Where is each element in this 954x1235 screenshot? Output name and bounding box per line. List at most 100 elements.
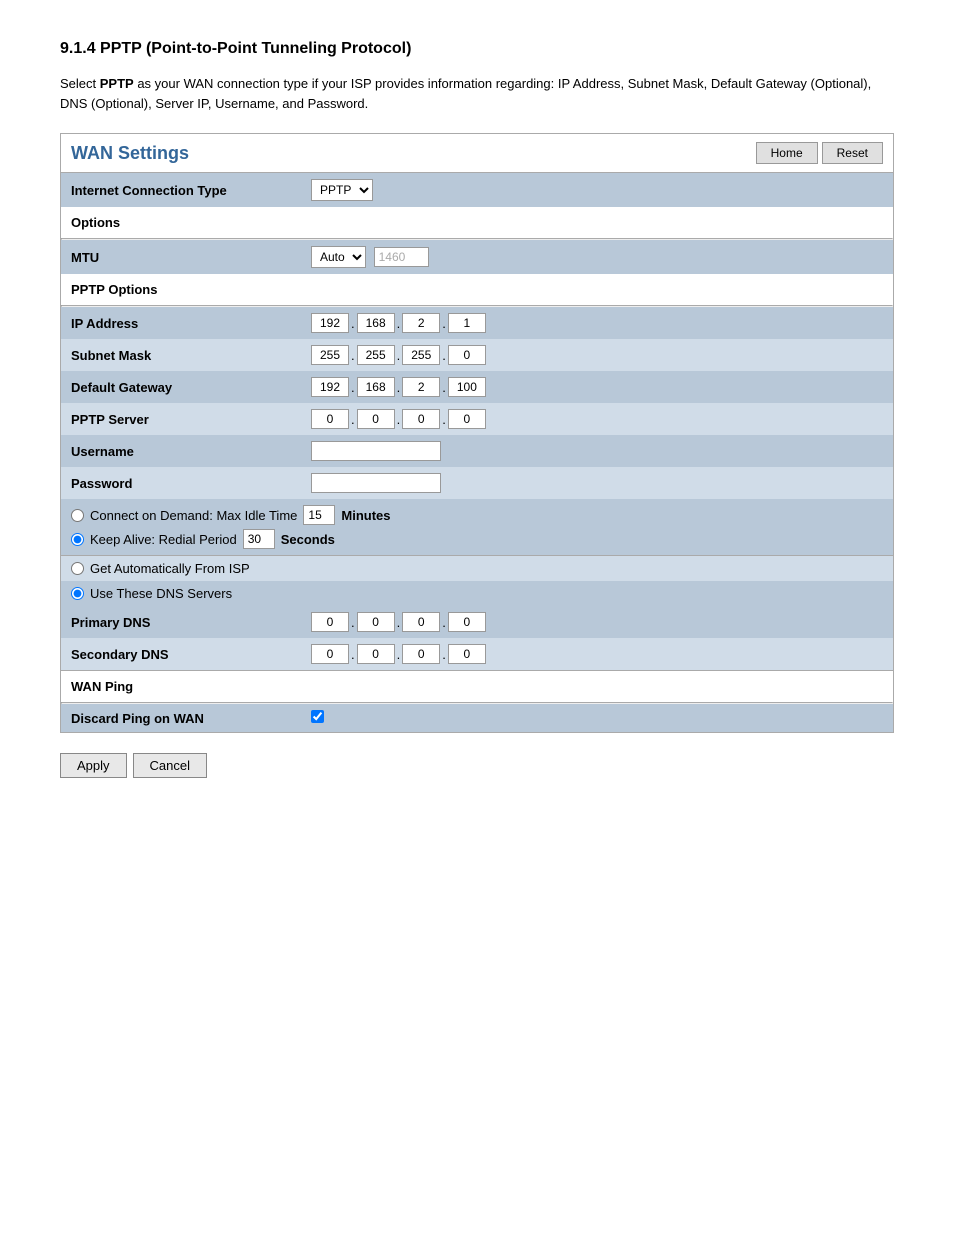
gw-d[interactable] xyxy=(448,377,486,397)
connection-type-label: Internet Connection Type xyxy=(61,173,301,207)
password-input-cell xyxy=(301,467,893,499)
subnet-a[interactable] xyxy=(311,345,349,365)
pdns-c[interactable] xyxy=(402,612,440,632)
pptp-options-header: PPTP Options xyxy=(61,274,893,305)
reset-button[interactable]: Reset xyxy=(822,142,883,164)
sdns-dot-3: . xyxy=(440,647,448,662)
use-these-dns-label: Use These DNS Servers xyxy=(90,586,232,601)
pptp-b[interactable] xyxy=(357,409,395,429)
pdns-a[interactable] xyxy=(311,612,349,632)
gw-dot-3: . xyxy=(440,380,448,395)
gw-c[interactable] xyxy=(402,377,440,397)
mtu-label: MTU xyxy=(61,240,301,274)
wan-ping-table: Discard Ping on WAN xyxy=(61,704,893,732)
ip-a[interactable] xyxy=(311,313,349,333)
subnet-mask-row: Subnet Mask . . . xyxy=(61,339,893,371)
subnet-c[interactable] xyxy=(402,345,440,365)
connect-on-demand-line: Connect on Demand: Max Idle Time Minutes xyxy=(71,505,883,525)
keep-alive-period-input[interactable] xyxy=(243,529,275,549)
pptp-options-table: IP Address . . . Subnet Mask . xyxy=(61,307,893,555)
ip-b[interactable] xyxy=(357,313,395,333)
connection-type-select[interactable]: PPTP xyxy=(311,179,373,201)
mtu-select[interactable]: Auto xyxy=(311,246,366,268)
get-auto-dns-row: Get Automatically From ISP xyxy=(61,556,893,581)
username-input-cell xyxy=(301,435,893,467)
subnet-b[interactable] xyxy=(357,345,395,365)
ip-address-label: IP Address xyxy=(61,307,301,339)
sdns-a[interactable] xyxy=(311,644,349,664)
gw-dot-2: . xyxy=(395,380,403,395)
connection-type-table: Internet Connection Type PPTP xyxy=(61,173,893,207)
use-these-dns-radio[interactable] xyxy=(71,587,84,600)
secondary-dns-inputs: . . . xyxy=(301,638,893,670)
get-auto-dns-radio[interactable] xyxy=(71,562,84,575)
wan-header: WAN Settings Home Reset xyxy=(61,134,893,173)
ip-c[interactable] xyxy=(402,313,440,333)
options-section-header: Options xyxy=(61,207,893,238)
keep-alive-radio[interactable] xyxy=(71,533,84,546)
sdns-d[interactable] xyxy=(448,644,486,664)
subnet-dot-3: . xyxy=(440,348,448,363)
pptp-server-label: PPTP Server xyxy=(61,403,301,435)
subnet-dot-2: . xyxy=(395,348,403,363)
discard-ping-label: Discard Ping on WAN xyxy=(61,704,301,732)
pptp-c[interactable] xyxy=(402,409,440,429)
intro-paragraph: Select PPTP as your WAN connection type … xyxy=(60,74,894,113)
section-title: 9.1.4 PPTP (Point-to-Point Tunneling Pro… xyxy=(60,40,894,58)
intro-rest: as your WAN connection type if your ISP … xyxy=(60,76,871,111)
password-input[interactable] xyxy=(311,473,441,493)
connect-idle-time-input[interactable] xyxy=(303,505,335,525)
connection-type-row: Internet Connection Type PPTP xyxy=(61,173,893,207)
sdns-c[interactable] xyxy=(402,644,440,664)
dns-table: Primary DNS . . . Secondary DNS xyxy=(61,606,893,670)
pptp-server-group: . . . xyxy=(311,409,883,429)
home-button[interactable]: Home xyxy=(756,142,818,164)
username-row: Username xyxy=(61,435,893,467)
pdns-b[interactable] xyxy=(357,612,395,632)
connect-options-cell: Connect on Demand: Max Idle Time Minutes… xyxy=(61,499,893,555)
gw-b[interactable] xyxy=(357,377,395,397)
ip-address-group: . . . xyxy=(311,313,883,333)
mtu-row: MTU Auto xyxy=(61,240,893,274)
pptp-a[interactable] xyxy=(311,409,349,429)
use-these-dns-row: Use These DNS Servers xyxy=(61,581,893,606)
subnet-d[interactable] xyxy=(448,345,486,365)
pdns-d[interactable] xyxy=(448,612,486,632)
password-label: Password xyxy=(61,467,301,499)
default-gateway-label: Default Gateway xyxy=(61,371,301,403)
discard-ping-checkbox[interactable] xyxy=(311,710,324,723)
subnet-mask-group: . . . xyxy=(311,345,883,365)
gw-a[interactable] xyxy=(311,377,349,397)
ip-d[interactable] xyxy=(448,313,486,333)
pptp-d[interactable] xyxy=(448,409,486,429)
mtu-controls: Auto xyxy=(301,240,893,274)
action-buttons: Apply Cancel xyxy=(60,753,894,778)
mtu-value-input[interactable] xyxy=(374,247,429,267)
subnet-mask-inputs: . . . xyxy=(301,339,893,371)
keep-alive-label: Keep Alive: Redial Period xyxy=(90,532,237,547)
sdns-b[interactable] xyxy=(357,644,395,664)
default-gateway-inputs: . . . xyxy=(301,371,893,403)
connect-on-demand-radio[interactable] xyxy=(71,509,84,522)
ip-address-row: IP Address . . . xyxy=(61,307,893,339)
secondary-dns-label: Secondary DNS xyxy=(61,638,301,670)
discard-ping-input-cell xyxy=(301,704,893,732)
pptp-server-inputs: . . . xyxy=(301,403,893,435)
primary-dns-label: Primary DNS xyxy=(61,606,301,638)
password-row: Password xyxy=(61,467,893,499)
ip-dot-2: . xyxy=(395,316,403,331)
subnet-dot-1: . xyxy=(349,348,357,363)
connection-type-value-cell: PPTP xyxy=(301,173,893,207)
secondary-dns-row: Secondary DNS . . . xyxy=(61,638,893,670)
options-table: MTU Auto xyxy=(61,240,893,274)
cancel-button[interactable]: Cancel xyxy=(133,753,207,778)
sdns-dot-1: . xyxy=(349,647,357,662)
intro-text: Select xyxy=(60,76,100,91)
connect-options-row: Connect on Demand: Max Idle Time Minutes… xyxy=(61,499,893,555)
secondary-dns-group: . . . xyxy=(311,644,883,664)
primary-dns-group: . . . xyxy=(311,612,883,632)
username-input[interactable] xyxy=(311,441,441,461)
seconds-label: Seconds xyxy=(281,532,335,547)
apply-button[interactable]: Apply xyxy=(60,753,127,778)
wan-panel: WAN Settings Home Reset Internet Connect… xyxy=(60,133,894,733)
